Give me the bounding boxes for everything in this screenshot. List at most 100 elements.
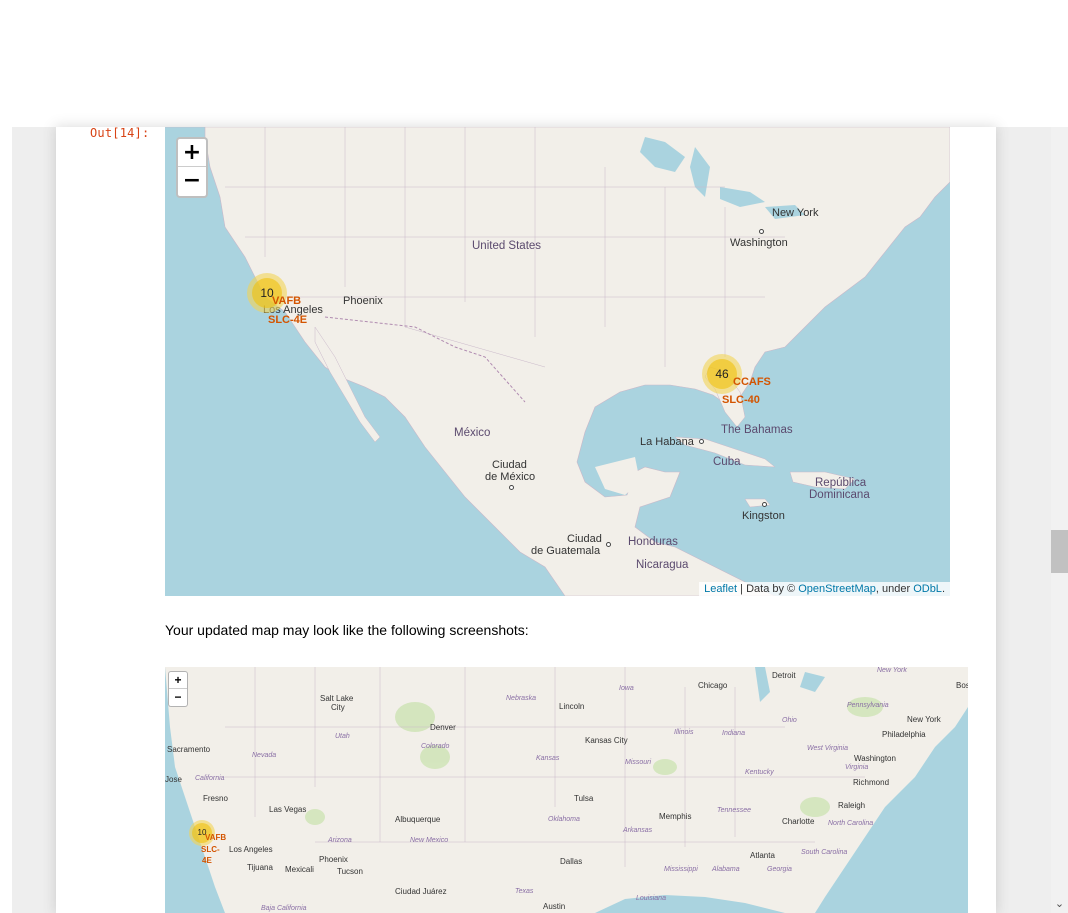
- scrollbar-thumb[interactable]: [1051, 530, 1068, 573]
- city-dot: [759, 229, 764, 234]
- site-label-slc4e: SLC-4E: [268, 314, 308, 326]
- label-cuba: Cuba: [713, 456, 741, 468]
- city-label: Atlanta: [750, 851, 775, 860]
- state-label: Texas: [515, 888, 534, 895]
- state-label: Tennessee: [717, 807, 751, 814]
- state-label: Utah: [335, 733, 350, 740]
- folium-map[interactable]: + − New York Washington United States Ph…: [165, 127, 950, 596]
- city-label: Albuquerque: [395, 815, 441, 824]
- site-label-slc40: SLC-40: [722, 394, 760, 406]
- city-label: Detroit: [772, 671, 796, 680]
- state-label: Pennsylvania: [847, 702, 889, 709]
- label-republica: República: [815, 477, 867, 489]
- site-label-4e-2: 4E: [202, 856, 212, 865]
- top-blank-area: [0, 0, 1068, 127]
- city-label: Phoenix: [319, 855, 348, 864]
- zoom-out-icon: −: [174, 690, 182, 704]
- leaflet-link[interactable]: Leaflet: [704, 583, 737, 595]
- vertical-scrollbar[interactable]: [1051, 127, 1068, 913]
- city-label: Raleigh: [838, 801, 866, 810]
- label-the-bahamas: The Bahamas: [721, 424, 793, 436]
- city-label: Sacramento: [167, 745, 211, 754]
- city-label: New York: [907, 715, 941, 724]
- city-label: Dallas: [560, 857, 583, 866]
- osm-link[interactable]: OpenStreetMap: [798, 583, 876, 595]
- site-label-slc-2: SLC-: [201, 845, 220, 854]
- label-ciudad-guatemala: Ciudad: [567, 533, 602, 545]
- state-label: Nebraska: [506, 695, 536, 702]
- map-attribution: Leaflet | Data by © OpenStreetMap, under…: [699, 582, 950, 596]
- output-prompt: Out[14]:: [90, 126, 150, 140]
- city-label: Tijuana: [247, 863, 273, 872]
- city-dot: [606, 542, 611, 547]
- city-label: Philadelphia: [882, 730, 926, 739]
- label-la-habana: La Habana: [640, 436, 694, 448]
- attribution-text: | Data by ©: [737, 583, 799, 595]
- state-label: South Carolina: [801, 849, 848, 856]
- state-label: California: [195, 775, 225, 782]
- city-label: Tucson: [337, 867, 363, 876]
- state-label: Nevada: [252, 752, 277, 759]
- label-dominicana: Dominicana: [809, 489, 870, 501]
- screenshot-map-image: + − Salt Lake City Sacramento Denver Fre…: [165, 667, 968, 913]
- label-united-states: United States: [472, 240, 542, 252]
- city-label: Memphis: [659, 812, 692, 821]
- state-label: Colorado: [421, 743, 450, 750]
- state-label: Georgia: [767, 866, 792, 873]
- zoom-in-button[interactable]: +: [178, 139, 206, 167]
- city-dot: [509, 485, 514, 490]
- odbl-link[interactable]: ODbL: [913, 583, 942, 595]
- label-de-mexico: de México: [485, 471, 536, 483]
- city-label: Ciudad Juárez: [395, 887, 447, 896]
- site-label-vafb: VAFB: [272, 295, 302, 307]
- marker-cluster-east[interactable]: 46: [702, 354, 742, 394]
- zoom-control-2: + −: [168, 671, 188, 707]
- state-label: New York: [877, 667, 907, 674]
- label-kingston: Kingston: [742, 510, 785, 522]
- zoom-out-button[interactable]: −: [178, 167, 206, 195]
- city-dot: [699, 439, 704, 444]
- state-label: Oklahoma: [548, 816, 580, 823]
- city-label: Austin: [543, 902, 566, 911]
- state-label: Missouri: [625, 759, 652, 766]
- markdown-caption: Your updated map may look like the follo…: [165, 622, 529, 638]
- state-label: North Carolina: [828, 820, 874, 827]
- zoom-control: + −: [176, 137, 208, 198]
- state-label: Baja California: [261, 905, 307, 912]
- city-label: Denver: [430, 723, 456, 732]
- city-dot: [762, 502, 767, 507]
- state-label: Illinois: [674, 729, 694, 736]
- state-label: Louisiana: [636, 895, 666, 902]
- city-label: City: [331, 703, 345, 712]
- city-label: Kansas City: [585, 736, 628, 745]
- site-label-vafb-2: VAFB: [205, 833, 227, 842]
- attribution-end: .: [941, 583, 945, 595]
- state-label: Alabama: [712, 866, 740, 873]
- site-label-ccafs: CCAFS: [733, 376, 771, 388]
- label-honduras: Honduras: [628, 536, 678, 548]
- city-label: Fresno: [203, 794, 228, 803]
- state-label: Mississippi: [664, 866, 698, 873]
- city-label: Washington: [854, 754, 896, 763]
- state-label: West Virginia: [807, 745, 848, 752]
- state-label: Iowa: [619, 685, 634, 692]
- state-label: New Mexico: [410, 837, 449, 844]
- attribution-under: , under: [875, 583, 914, 595]
- city-label: Mexicali: [285, 865, 314, 874]
- city-label: Los Angeles: [229, 845, 273, 854]
- city-label: Las Vegas: [269, 805, 307, 814]
- map-tiles: [165, 127, 950, 596]
- state-label: Indiana: [722, 730, 745, 737]
- city-label: Chicago: [698, 681, 728, 690]
- label-ciudad: Ciudad: [492, 459, 527, 471]
- city-label: Charlotte: [782, 817, 815, 826]
- label-nicaragua: Nicaragua: [636, 559, 689, 571]
- label-phoenix: Phoenix: [343, 295, 383, 307]
- marker-cluster-west[interactable]: 10: [247, 273, 287, 313]
- state-label: Kentucky: [745, 769, 774, 776]
- city-label: Salt Lake: [320, 694, 354, 703]
- city-label: Tulsa: [574, 794, 594, 803]
- scroll-down-icon[interactable]: ⌄: [1051, 896, 1068, 913]
- city-label: Bos: [956, 681, 968, 690]
- city-label: Lincoln: [559, 702, 585, 711]
